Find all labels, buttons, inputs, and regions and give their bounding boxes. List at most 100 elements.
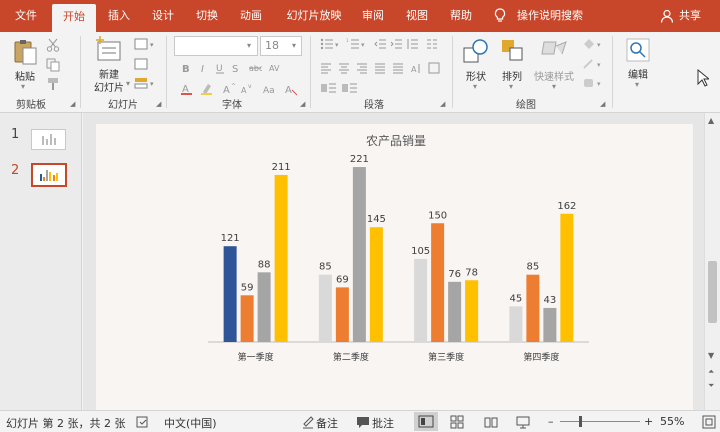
chart-bar[interactable] — [465, 280, 479, 342]
arrange-icon[interactable] — [500, 38, 526, 67]
bold-icon[interactable]: B — [180, 62, 192, 75]
zoom-out-button[interactable]: – — [548, 415, 554, 428]
previous-slide-icon[interactable]: ⏶ — [708, 367, 714, 377]
slide-thumbnail[interactable] — [31, 163, 67, 187]
chart-bar[interactable] — [414, 258, 428, 342]
scroll-up-icon[interactable]: ▲ — [708, 116, 714, 125]
editing-search-icon[interactable] — [626, 38, 650, 65]
menu-view[interactable]: 视图 — [400, 0, 434, 32]
menu-animations[interactable]: 动画 — [232, 0, 270, 32]
scroll-down-icon[interactable]: ▼ — [708, 351, 714, 360]
copy-icon[interactable] — [46, 58, 60, 75]
scrollbar-thumb[interactable] — [708, 261, 717, 323]
menu-design[interactable]: 设计 — [144, 0, 182, 32]
new-slide-dropdown-caret[interactable]: ▾ — [126, 79, 130, 88]
shape-effects-icon[interactable]: ▾ — [582, 77, 604, 88]
slides-launcher-icon[interactable]: ◢ — [156, 100, 161, 108]
font-launcher-icon[interactable]: ◢ — [300, 100, 305, 108]
paragraph-launcher-icon[interactable]: ◢ — [440, 100, 445, 108]
align-text-icon[interactable] — [428, 62, 440, 74]
reset-icon[interactable] — [134, 58, 148, 73]
shadow-icon[interactable]: S — [230, 62, 242, 75]
chart-bar[interactable] — [369, 227, 383, 342]
arrange-dropdown-caret[interactable]: ▾ — [509, 82, 513, 91]
next-slide-icon[interactable]: ⏷ — [708, 381, 714, 391]
decrease-indent-icon[interactable] — [374, 38, 386, 49]
chart-bar[interactable] — [448, 281, 462, 342]
align-center-icon[interactable] — [338, 62, 350, 74]
font-name-dropdown-caret[interactable]: ▾ — [247, 41, 251, 50]
quick-styles-icon[interactable] — [540, 38, 570, 67]
chart-bar[interactable] — [509, 306, 523, 342]
chart-bar[interactable] — [526, 274, 540, 342]
chart-bar[interactable] — [240, 295, 254, 342]
fit-to-window-icon[interactable] — [702, 415, 716, 432]
arrange-button-label[interactable]: 排列 — [498, 68, 526, 83]
highlight-icon[interactable] — [200, 82, 212, 95]
distributed-icon[interactable] — [392, 62, 404, 74]
chart-bar[interactable] — [318, 274, 332, 342]
line-spacing-icon[interactable] — [406, 38, 418, 49]
quick-styles-dropdown-caret[interactable]: ▾ — [552, 82, 556, 91]
shape-fill-icon[interactable]: ▾ — [582, 38, 604, 49]
menu-home[interactable]: 开始 — [52, 4, 96, 32]
zoom-level[interactable]: 55% — [660, 415, 684, 428]
zoom-in-button[interactable]: + — [644, 415, 653, 428]
shapes-dropdown-caret[interactable]: ▾ — [473, 82, 477, 91]
numbering-icon[interactable]: 1 ▾ — [346, 38, 368, 49]
font-name-field[interactable] — [174, 36, 258, 56]
chart-bar[interactable] — [352, 167, 366, 342]
menu-slideshow[interactable]: 幻灯片放映 — [278, 0, 350, 32]
notes-icon[interactable] — [302, 415, 314, 432]
quick-styles-label[interactable]: 快速样式 — [530, 68, 578, 83]
shapes-button-label[interactable]: 形状 — [462, 68, 490, 83]
clear-formatting-icon[interactable]: A — [284, 82, 298, 96]
shrink-font-icon[interactable]: Av — [240, 82, 252, 95]
normal-view-icon[interactable] — [414, 412, 438, 431]
paste-icon[interactable] — [12, 38, 38, 69]
shape-outline-icon[interactable]: ▾ — [582, 58, 604, 69]
layout-icon[interactable]: ▾ — [134, 38, 156, 53]
slide-sorter-icon[interactable] — [450, 415, 464, 432]
slide-thumbnail[interactable] — [31, 129, 66, 150]
increase-indent-icon[interactable] — [390, 38, 402, 49]
comments-icon[interactable] — [356, 415, 370, 432]
slideshow-icon[interactable] — [516, 415, 530, 432]
section-icon[interactable]: ▾ — [134, 77, 156, 92]
underline-icon[interactable]: U — [214, 62, 226, 74]
chart-bar[interactable] — [335, 287, 349, 342]
columns-icon[interactable] — [426, 38, 438, 49]
drawing-launcher-icon[interactable]: ◢ — [600, 100, 605, 108]
chart-bar[interactable] — [223, 246, 237, 342]
chart[interactable]: 农产品销量 121 59 88 211 第一季度 85 69 221 145 第二季度 105 150… — [96, 124, 693, 410]
font-color-icon[interactable]: A — [180, 82, 192, 95]
menu-transitions[interactable]: 切换 — [188, 0, 226, 32]
font-size-dropdown-caret[interactable]: ▾ — [292, 41, 296, 50]
accessibility-icon[interactable] — [136, 415, 150, 432]
editing-dropdown-caret[interactable]: ▾ — [635, 80, 639, 89]
strikethrough-icon[interactable]: abc — [248, 62, 263, 73]
paste-button-label[interactable]: 粘贴 — [10, 68, 40, 83]
notes-button[interactable]: 备注 — [316, 415, 338, 431]
chart-bar[interactable] — [560, 213, 574, 342]
new-slide-label-line2[interactable]: 幻灯片 — [88, 79, 130, 94]
align-left-icon[interactable] — [320, 62, 332, 74]
zoom-slider-thumb[interactable] — [579, 416, 582, 427]
chart-bar[interactable] — [543, 307, 557, 342]
convert-smartart-icon[interactable] — [320, 82, 380, 93]
share-button[interactable]: 共享 — [676, 0, 704, 32]
menu-insert[interactable]: 插入 — [100, 0, 138, 32]
justify-icon[interactable] — [374, 62, 386, 74]
align-right-icon[interactable] — [356, 62, 368, 74]
shapes-icon[interactable] — [462, 38, 490, 67]
char-spacing-icon[interactable]: AV — [268, 62, 280, 73]
chart-bar[interactable] — [431, 223, 445, 342]
vertical-scrollbar[interactable]: ▲ ▼ ⏶ ⏷ — [704, 113, 720, 410]
editing-button-label[interactable]: 编辑 — [624, 66, 652, 81]
paste-dropdown-caret[interactable]: ▾ — [21, 82, 25, 91]
italic-icon[interactable]: I — [198, 62, 210, 75]
grow-font-icon[interactable]: A ^ — [222, 82, 236, 96]
text-direction-icon[interactable]: A — [410, 62, 422, 74]
format-painter-icon[interactable] — [46, 77, 60, 94]
slide[interactable]: 农产品销量 121 59 88 211 第一季度 85 69 221 145 第二季度 105 150… — [96, 124, 693, 410]
